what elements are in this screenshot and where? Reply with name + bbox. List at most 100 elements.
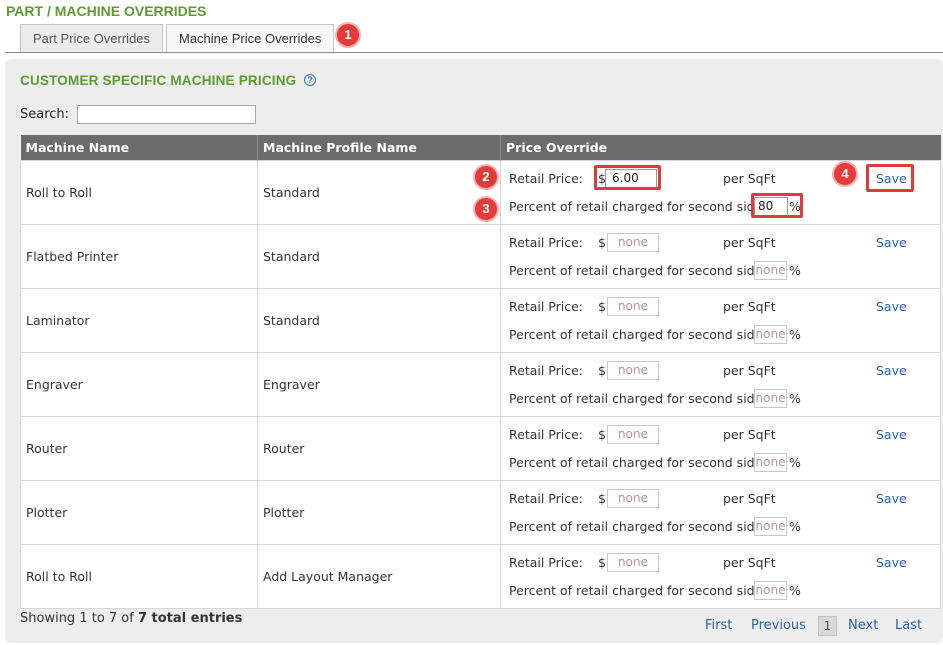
- second-side-label: Percent of retail charged for second sid…: [509, 198, 767, 214]
- retail-price-input[interactable]: none: [607, 424, 659, 444]
- pagination-current-page[interactable]: 1: [818, 616, 837, 636]
- retail-price-label: Retail Price:: [509, 426, 583, 442]
- table-row: Router Router Retail Price: $ none per S…: [20, 415, 941, 481]
- percent-sign: %: [789, 454, 801, 470]
- per-unit-label: per SqFt: [723, 362, 776, 378]
- machine-profile-cell: Add Layout Manager: [257, 543, 501, 609]
- retail-price-input[interactable]: none: [607, 296, 659, 316]
- second-side-percent-input[interactable]: none: [754, 260, 787, 280]
- machine-name-cell: Laminator: [20, 287, 258, 353]
- second-side-label: Percent of retail charged for second sid…: [509, 582, 767, 598]
- second-side-label: Percent of retail charged for second sid…: [509, 262, 767, 278]
- table-row: Roll to Roll Add Layout Manager Retail P…: [20, 543, 941, 609]
- second-side-percent-input[interactable]: none: [754, 452, 787, 472]
- per-unit-label: per SqFt: [723, 170, 776, 186]
- retail-price-label: Retail Price:: [509, 490, 583, 506]
- machine-profile-cell: Router: [257, 415, 501, 481]
- second-side-percent-input[interactable]: none: [754, 580, 787, 600]
- machine-name-cell: Roll to Roll: [20, 543, 258, 609]
- machine-name-cell: Plotter: [20, 479, 258, 545]
- page-title: PART / MACHINE OVERRIDES: [6, 3, 207, 19]
- machine-profile-cell: Standard: [257, 223, 501, 289]
- pagination-previous[interactable]: Previous: [751, 618, 806, 633]
- tab-divider: [5, 52, 943, 53]
- column-header-machine-name[interactable]: Machine Name: [20, 135, 258, 160]
- pagination-last[interactable]: Last: [895, 618, 922, 633]
- currency-symbol: $: [598, 426, 606, 442]
- table-row: Plotter Plotter Retail Price: $ none per…: [20, 479, 941, 545]
- second-side-label: Percent of retail charged for second sid…: [509, 454, 767, 470]
- price-override-cell: Retail Price: $ none per SqFt Save Perce…: [500, 351, 941, 417]
- price-override-cell: Retail Price: $ none per SqFt Save Perce…: [500, 479, 941, 545]
- save-button[interactable]: Save: [876, 235, 907, 250]
- percent-sign: %: [789, 262, 801, 278]
- machine-profile-cell: Standard: [257, 159, 501, 225]
- percent-sign: %: [789, 518, 801, 534]
- pagination-first[interactable]: First: [705, 618, 732, 633]
- second-side-percent-input[interactable]: none: [754, 516, 787, 536]
- retail-price-input[interactable]: none: [607, 360, 659, 380]
- currency-symbol: $: [598, 298, 606, 314]
- entries-summary: Showing 1 to 7 of 7 total entries: [20, 611, 242, 626]
- per-unit-label: per SqFt: [723, 554, 776, 570]
- save-button[interactable]: Save: [876, 427, 907, 442]
- table-header-row: Machine Name Machine Profile Name Price …: [20, 135, 941, 160]
- entries-summary-total: 7 total entries: [137, 611, 243, 626]
- section-title: CUSTOMER SPECIFIC MACHINE PRICING: [20, 73, 297, 88]
- price-override-cell: Retail Price: $ none per SqFt Save Perce…: [500, 223, 941, 289]
- percent-sign: %: [789, 582, 801, 598]
- save-button[interactable]: Save: [876, 363, 907, 378]
- tab-part-price-overrides[interactable]: Part Price Overrides: [20, 24, 163, 53]
- save-button[interactable]: Save: [876, 491, 907, 506]
- currency-symbol: $: [598, 554, 606, 570]
- save-button[interactable]: Save: [876, 299, 907, 314]
- machine-profile-cell: Plotter: [257, 479, 501, 545]
- second-side-label: Percent of retail charged for second sid…: [509, 390, 767, 406]
- percent-sign: %: [789, 198, 801, 214]
- retail-price-label: Retail Price:: [509, 234, 583, 250]
- table-row: Laminator Standard Retail Price: $ none …: [20, 287, 941, 353]
- machine-name-cell: Router: [20, 415, 258, 481]
- retail-price-input[interactable]: none: [607, 488, 659, 508]
- retail-price-label: Retail Price:: [509, 170, 583, 186]
- retail-price-label: Retail Price:: [509, 298, 583, 314]
- price-override-cell: Retail Price: $ none per SqFt Save Perce…: [500, 543, 941, 609]
- retail-price-input[interactable]: none: [607, 232, 659, 252]
- save-button[interactable]: Save: [876, 555, 907, 570]
- retail-price-input[interactable]: 6.00: [605, 168, 657, 188]
- machine-profile-cell: Standard: [257, 287, 501, 353]
- pagination-next[interactable]: Next: [848, 618, 878, 633]
- column-header-machine-profile-name[interactable]: Machine Profile Name: [257, 135, 501, 160]
- second-side-label: Percent of retail charged for second sid…: [509, 326, 767, 342]
- retail-price-label: Retail Price:: [509, 554, 583, 570]
- currency-symbol: $: [598, 234, 606, 250]
- percent-sign: %: [789, 326, 801, 342]
- save-button[interactable]: Save: [876, 171, 907, 186]
- entries-summary-prefix: Showing 1 to 7 of: [20, 611, 138, 626]
- table-row: Engraver Engraver Retail Price: $ none p…: [20, 351, 941, 417]
- currency-symbol: $: [598, 362, 606, 378]
- machine-name-cell: Engraver: [20, 351, 258, 417]
- annotation-badge-2: 2: [475, 166, 497, 188]
- help-icon[interactable]: ?: [304, 74, 316, 86]
- annotation-badge-1: 1: [337, 24, 359, 46]
- second-side-percent-input[interactable]: 80: [754, 196, 788, 216]
- tab-machine-price-overrides[interactable]: Machine Price Overrides: [166, 24, 334, 54]
- price-override-cell: Retail Price: $ none per SqFt Save Perce…: [500, 287, 941, 353]
- machine-name-cell: Roll to Roll: [20, 159, 258, 225]
- table-row: Flatbed Printer Standard Retail Price: $…: [20, 223, 941, 289]
- second-side-percent-input[interactable]: none: [754, 324, 787, 344]
- price-override-cell: Retail Price: $ none per SqFt Save Perce…: [500, 415, 941, 481]
- retail-price-input[interactable]: none: [607, 552, 659, 572]
- per-unit-label: per SqFt: [723, 298, 776, 314]
- search-input[interactable]: [77, 105, 256, 124]
- retail-price-label: Retail Price:: [509, 362, 583, 378]
- second-side-percent-input[interactable]: none: [754, 388, 787, 408]
- column-header-price-override[interactable]: Price Override: [500, 135, 941, 160]
- annotation-badge-4: 4: [834, 163, 856, 185]
- search-label: Search:: [20, 107, 70, 122]
- annotation-badge-3: 3: [475, 198, 497, 220]
- currency-symbol: $: [598, 490, 606, 506]
- table-body: Roll to Roll Standard Retail Price: $ 6.…: [20, 159, 941, 609]
- per-unit-label: per SqFt: [723, 490, 776, 506]
